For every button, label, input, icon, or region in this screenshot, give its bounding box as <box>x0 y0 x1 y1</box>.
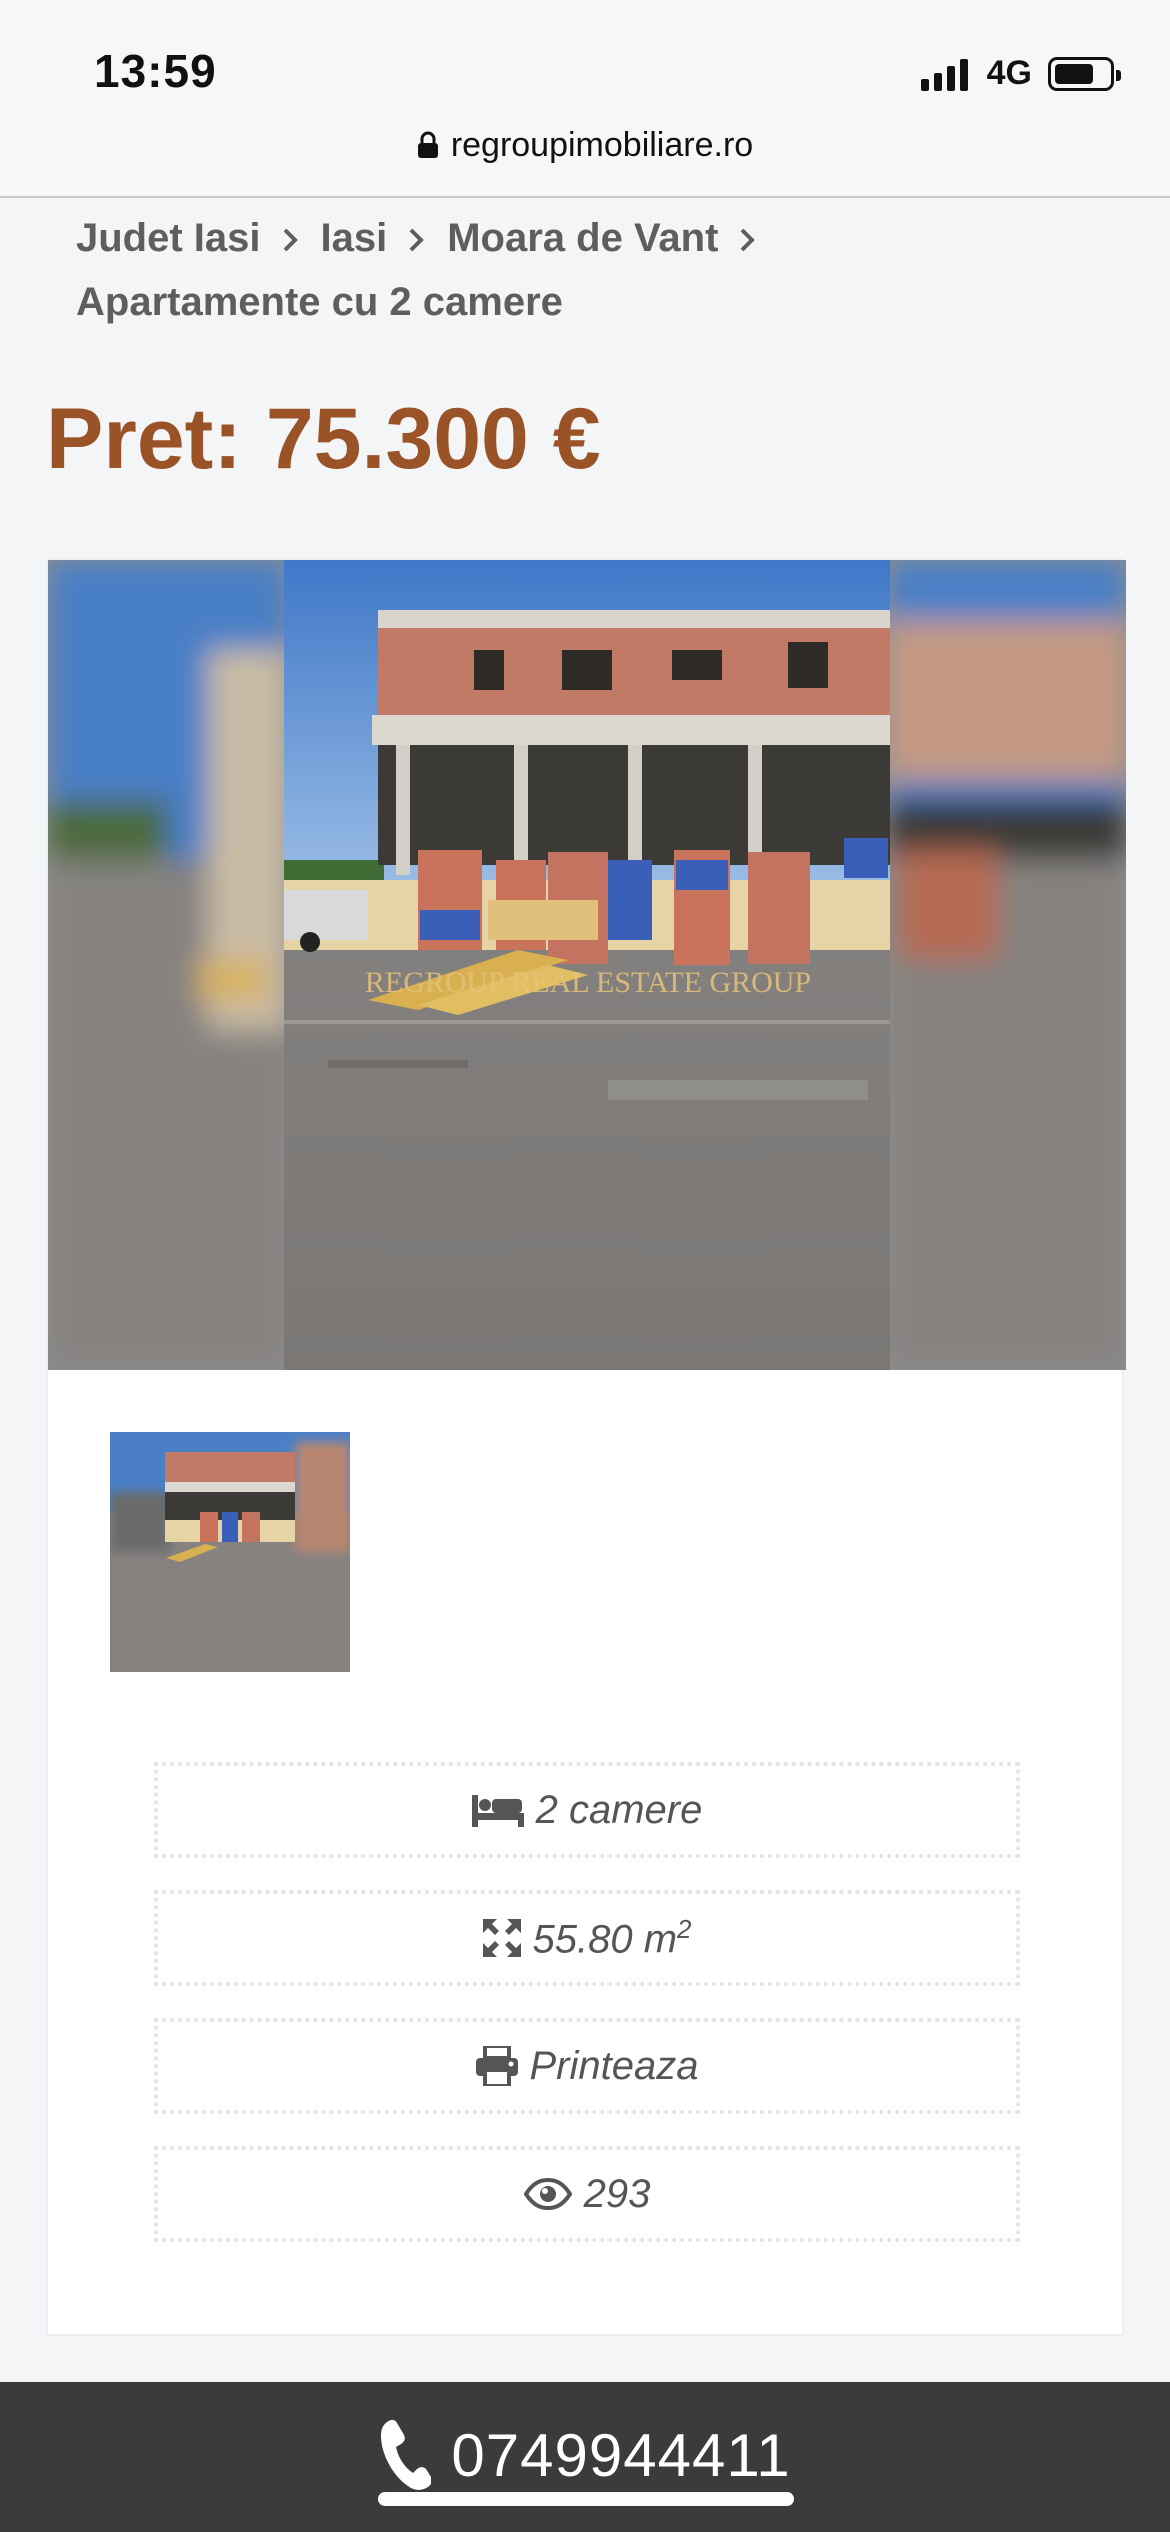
listing-page: 13:59 4G regroupimobiliare.ro Judet Iasi… <box>0 0 1170 2532</box>
breadcrumb-category[interactable]: Apartamente cu 2 camere <box>76 280 563 324</box>
area-info: 55.80 m2 <box>154 1890 1020 1986</box>
chevron-right-icon <box>718 206 778 270</box>
chevron-right-icon <box>387 206 447 270</box>
photo-thumbnail[interactable] <box>110 1432 350 1672</box>
listing-price: Pret: 75.300 € <box>46 391 601 487</box>
views-count: 293 <box>583 2171 651 2216</box>
address-bar[interactable]: regroupimobiliare.ro <box>0 126 1170 168</box>
bed-icon <box>471 1793 524 1827</box>
views-info: 293 <box>154 2146 1020 2242</box>
breadcrumb-county[interactable]: Judet Iasi <box>76 216 261 260</box>
call-bar[interactable]: 0749944411 <box>0 2382 1170 2532</box>
area-value: 55.80 m2 <box>532 1913 692 1962</box>
phone-number[interactable]: 0749944411 <box>451 2418 790 2494</box>
rooms-count: 2 camere <box>535 1787 703 1832</box>
status-indicators: 4G <box>920 54 1121 93</box>
photo-watermark: REGROUP REAL ESTATE GROUP <box>365 966 811 999</box>
expand-icon <box>482 1919 521 1957</box>
printer-icon <box>475 2046 518 2086</box>
network-type: 4G <box>986 54 1032 92</box>
print-label: Printeaza <box>529 2043 699 2088</box>
phone-icon <box>379 2418 433 2495</box>
lock-icon <box>417 129 439 168</box>
breadcrumb-city[interactable]: Iasi <box>321 216 388 260</box>
signal-icon <box>920 57 973 91</box>
main-property-photo[interactable]: REGROUP REAL ESTATE GROUP <box>48 560 1126 1370</box>
url-domain: regroupimobiliare.ro <box>450 126 754 164</box>
print-button[interactable]: Printeaza <box>154 2018 1020 2114</box>
eye-icon <box>523 2178 572 2210</box>
battery-icon <box>1048 56 1121 91</box>
status-time: 13:59 <box>94 45 217 97</box>
rooms-info: 2 camere <box>154 1762 1020 1858</box>
chevron-right-icon <box>261 206 321 270</box>
browser-chrome: 13:59 4G regroupimobiliare.ro <box>0 0 1170 198</box>
breadcrumb-neighborhood[interactable]: Moara de Vant <box>447 216 718 260</box>
home-indicator[interactable] <box>378 2492 794 2506</box>
breadcrumb: Judet Iasi Iasi Moara de Vant Apartamente c… <box>76 206 1116 334</box>
listing-card: REGROUP REAL ESTATE GROUP 2 camere 55.80… <box>46 558 1126 2336</box>
